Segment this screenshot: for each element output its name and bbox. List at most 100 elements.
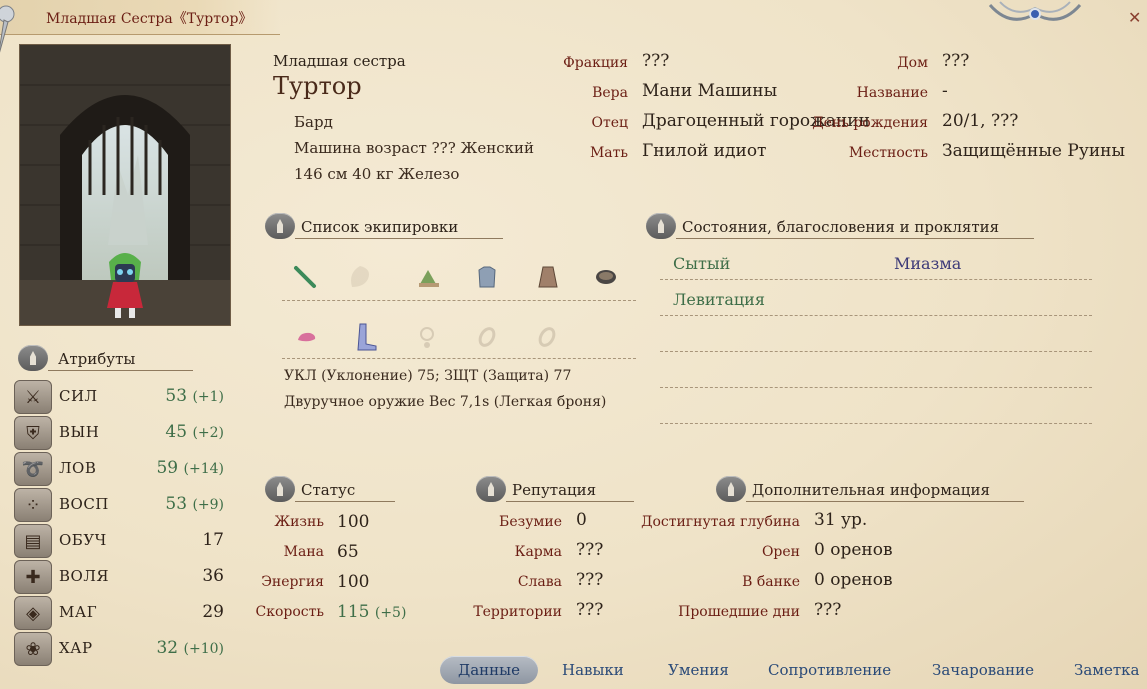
energy-label: Энергия (261, 574, 324, 590)
bank-value: 0 оренов (814, 570, 893, 590)
fame-value: ??? (576, 570, 604, 590)
section-cap-icon (265, 476, 295, 502)
character-portrait (19, 44, 231, 326)
ornament-icon (988, 1, 1082, 21)
attribute-row-cha[interactable]: ❀ ХАР 32 (+10) (14, 630, 224, 666)
territory-value: ??? (576, 600, 604, 620)
sword-icon (294, 266, 316, 288)
attribute-row-mag[interactable]: ◈ МАГ 29 (14, 594, 224, 630)
faith-value: Мани Машины (642, 81, 778, 101)
belt-slot[interactable] (591, 262, 621, 292)
equipment-weight: Двуручное оружие Вес 7,1s (Легкая броня) (284, 394, 607, 410)
depth-value: 31 ур. (814, 510, 868, 530)
speed-label: Скорость (255, 604, 325, 620)
tab-notes[interactable]: Заметка (1074, 656, 1139, 684)
boots-icon (357, 323, 377, 351)
cloak-icon (538, 266, 558, 288)
birthday-value: 20/1, ??? (942, 111, 1019, 131)
attribute-row-wil[interactable]: ✚ ВОЛЯ 36 (14, 558, 224, 594)
house-value: ??? (942, 51, 970, 71)
belt-icon (596, 270, 616, 284)
character-class: Бард (294, 113, 333, 131)
faith-label: Вера (592, 85, 628, 101)
weapon-slot[interactable] (290, 262, 320, 292)
days-label: Прошедшие дни (678, 604, 800, 620)
head-slot[interactable] (414, 262, 444, 292)
section-cap-icon (646, 213, 676, 239)
section-cap-icon (716, 476, 746, 502)
life-label: Жизнь (274, 514, 324, 530)
tab-data[interactable]: Данные (440, 656, 538, 684)
equipment-divider (282, 358, 636, 359)
charisma-bow-icon: ❀ (14, 632, 52, 666)
mother-label: Мать (589, 145, 628, 161)
body-slot[interactable] (472, 262, 502, 292)
condition-item[interactable]: Миазма (894, 254, 961, 273)
condition-item[interactable]: Левитация (673, 290, 765, 309)
attribute-row-per[interactable]: ⁘ ВОСП 53 (+9) (14, 486, 224, 522)
locale-label: Местность (848, 145, 928, 161)
hat-icon (419, 270, 439, 287)
section-cap-icon (265, 213, 295, 239)
dexterity-icon: ➰ (14, 452, 52, 486)
crossed-swords-icon: ⚔ (14, 380, 52, 414)
attribute-row-lea[interactable]: ▤ ОБУЧ 17 (14, 522, 224, 558)
character-name: Туртор (273, 72, 362, 100)
faction-value: ??? (642, 51, 670, 71)
magic-rune-icon: ◈ (14, 596, 52, 630)
window-title: Младшая Сестра《Туртор》 (46, 11, 253, 27)
conditions-divider (660, 315, 1092, 316)
alias-label: Название (856, 85, 928, 101)
speed-value: 115 (+5) (337, 602, 407, 622)
father-label: Отец (591, 115, 628, 131)
birthday-label: День рождения (812, 115, 928, 131)
locale-value: Защищённые Руины (942, 141, 1126, 161)
condition-item[interactable]: Сытый (673, 254, 730, 273)
hand-slot[interactable] (292, 322, 322, 352)
book-icon: ▤ (14, 524, 52, 558)
days-value: ??? (814, 600, 842, 620)
house-label: Дом (897, 55, 928, 71)
tab-bar: Данные Навыки Умения Сопротивление Зачар… (430, 656, 1147, 689)
character-epithet: Младшая сестра (273, 52, 406, 70)
conditions-divider (660, 279, 1092, 280)
attribute-row-dex[interactable]: ➰ ЛОВ 59 (+14) (14, 450, 224, 486)
conditions-divider (660, 387, 1092, 388)
tab-enchantment[interactable]: Зачарование (932, 656, 1034, 684)
mana-value: 65 (337, 542, 359, 562)
conditions-divider (660, 351, 1092, 352)
mother-value: Гнилой идиот (642, 141, 767, 161)
tab-abilities[interactable]: Умения (668, 656, 729, 684)
ring-slot-2[interactable] (532, 322, 562, 352)
territory-label: Территории (473, 604, 562, 620)
shield-slot[interactable] (345, 262, 375, 292)
madness-label: Безумие (499, 514, 562, 530)
glove-icon (298, 332, 316, 342)
empty-amulet-icon (420, 327, 434, 348)
faction-label: Фракция (563, 55, 628, 71)
amulet-slot[interactable] (412, 322, 442, 352)
karma-label: Карма (514, 544, 562, 560)
tab-resistance[interactable]: Сопротивление (768, 656, 891, 684)
equipment-divider (282, 300, 636, 301)
cloak-slot[interactable] (533, 262, 563, 292)
fame-label: Слава (517, 574, 562, 590)
bank-label: В банке (742, 574, 800, 590)
orens-value: 0 оренов (814, 540, 893, 560)
close-icon[interactable]: ✕ (1128, 8, 1141, 27)
attribute-row-end[interactable]: ⛨ ВЫН 45 (+2) (14, 414, 224, 450)
attribute-row-str[interactable]: ⚔ СИЛ 53 (+1) (14, 378, 224, 414)
ring-slot-1[interactable] (472, 322, 502, 352)
conditions-divider (660, 423, 1092, 424)
character-age-gender: Машина возраст ??? Женский (294, 139, 535, 157)
tab-skills[interactable]: Навыки (562, 656, 624, 684)
feet-slot[interactable] (352, 322, 382, 352)
madness-value: 0 (576, 510, 587, 530)
empty-ring-icon (538, 327, 556, 347)
depth-label: Достигнутая глубина (641, 514, 800, 530)
mana-label: Мана (283, 544, 324, 560)
armor-icon: ⛨ (14, 416, 52, 450)
alias-value: - (942, 81, 948, 101)
shield-icon: ✚ (14, 560, 52, 594)
section-cap-icon (476, 476, 506, 502)
